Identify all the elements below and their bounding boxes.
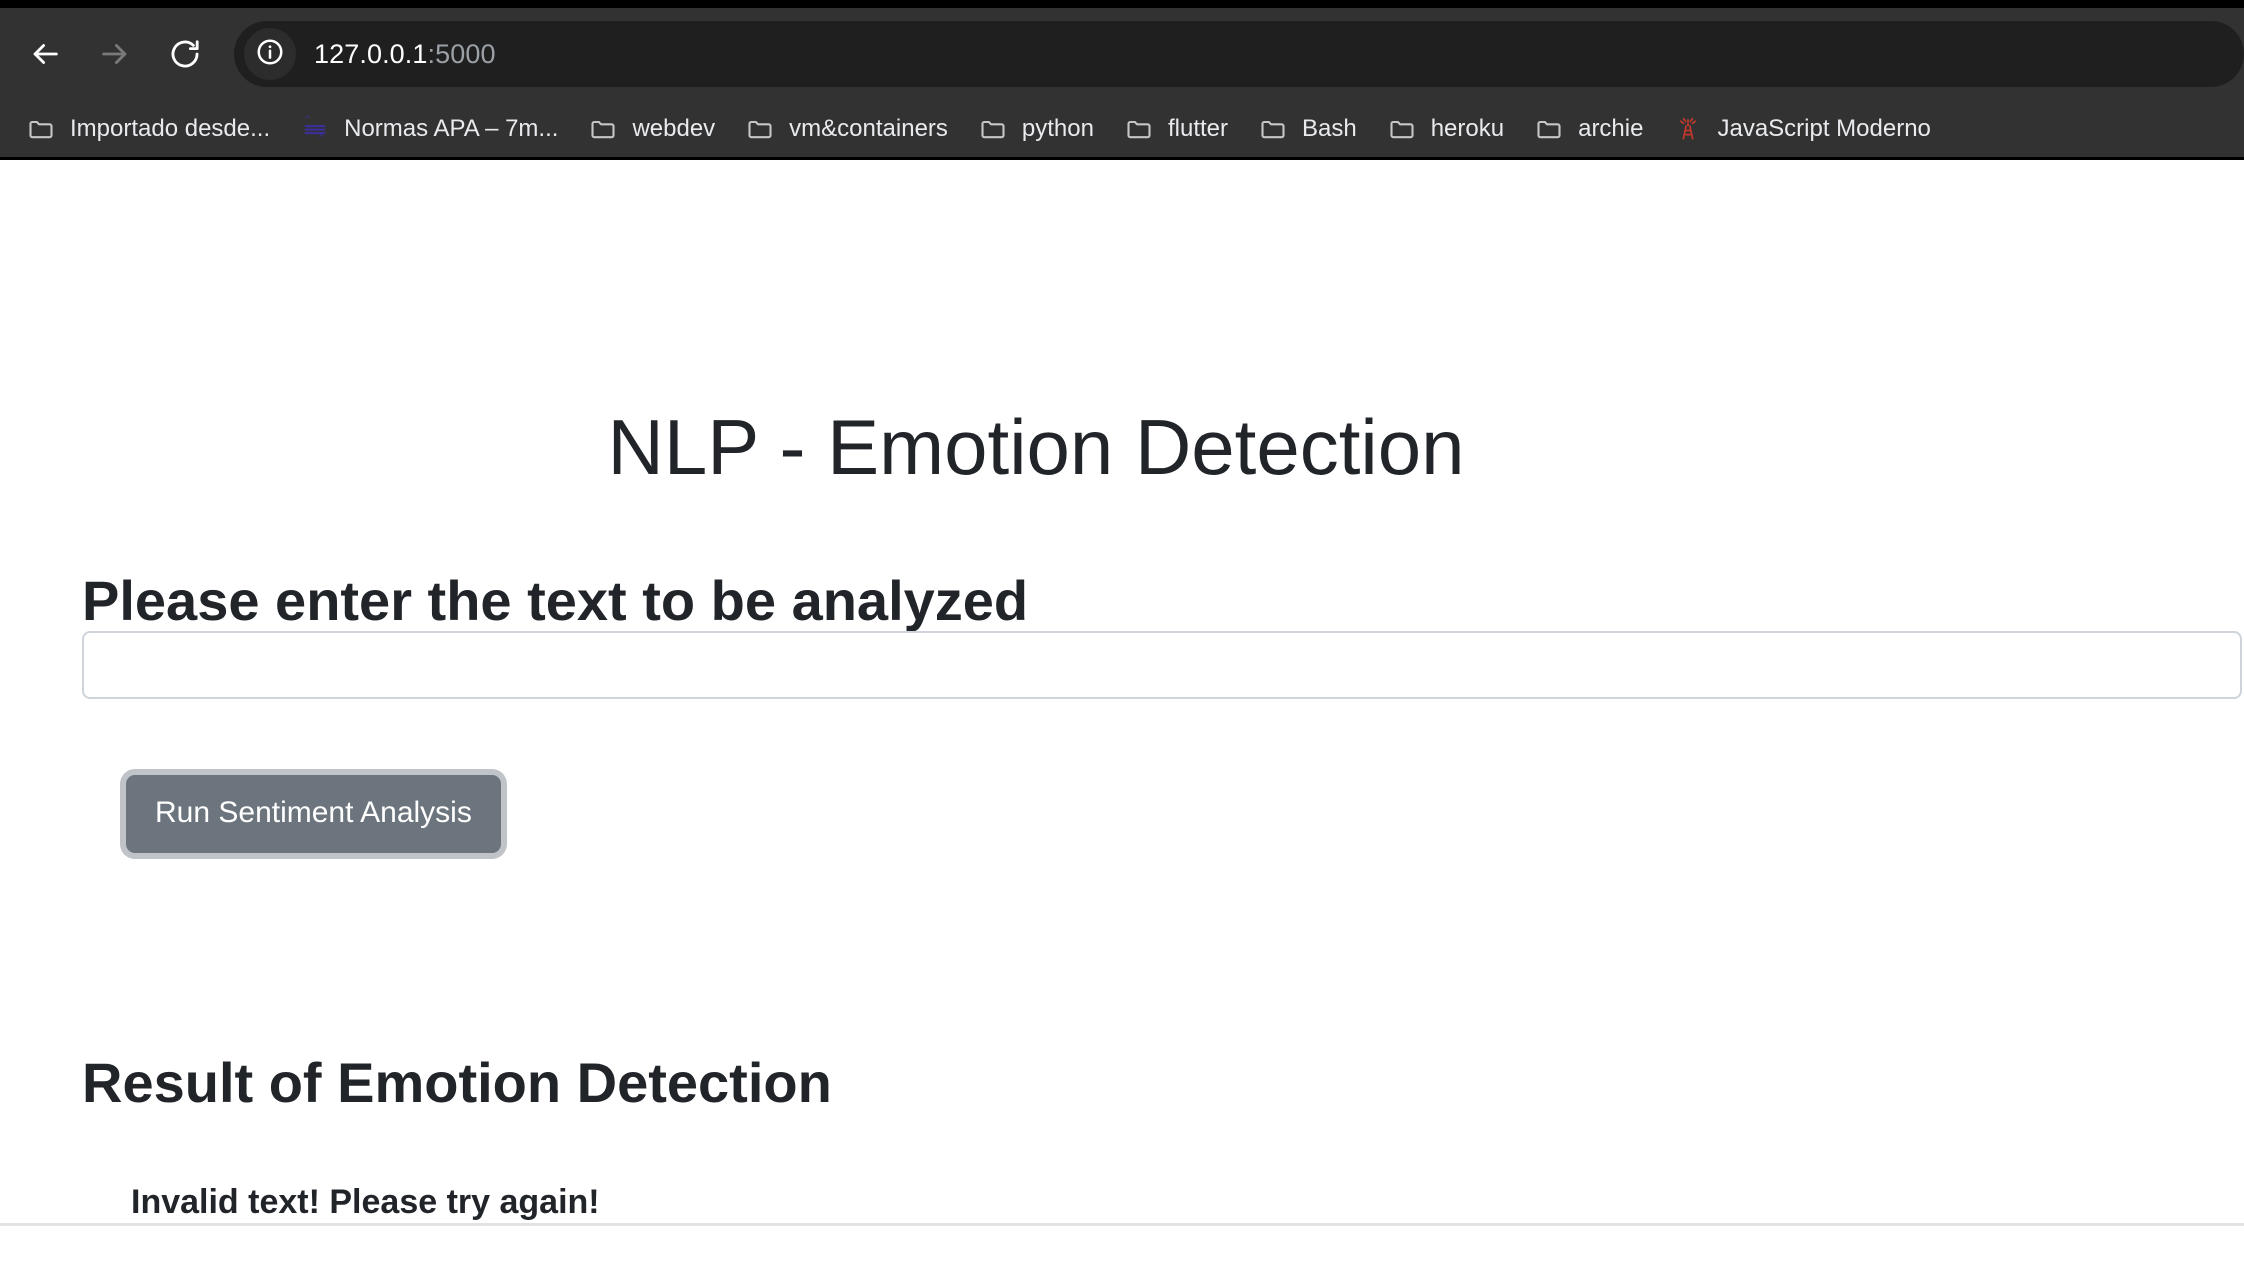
page-title: NLP - Emotion Detection — [607, 403, 1465, 492]
run-sentiment-analysis-button[interactable]: Run Sentiment Analysis — [126, 775, 501, 853]
bookmark-vm-containers[interactable]: vm&containers — [733, 106, 960, 152]
page-content: NLP - Emotion Detection Please enter the… — [0, 160, 2244, 1285]
bookmark-archie[interactable]: archie — [1522, 106, 1655, 152]
bookmark-normas-apa[interactable]: “ ” Normas APA – 7m... — [288, 106, 570, 152]
bookmark-label: Bash — [1302, 114, 1357, 142]
bookmark-label: archie — [1578, 114, 1644, 142]
url-text: 127.0.0.1:5000 — [314, 39, 496, 70]
svg-text:”: ” — [319, 132, 324, 142]
url-port: :5000 — [427, 38, 496, 69]
arrow-left-icon — [28, 37, 62, 71]
prompt-heading: Please enter the text to be analyzed — [82, 569, 1029, 633]
run-button-container: Run Sentiment Analysis — [126, 775, 501, 853]
bookmark-flutter[interactable]: flutter — [1112, 106, 1240, 152]
site-info-button[interactable] — [244, 28, 296, 80]
bookmark-javascript-moderno[interactable]: JavaScript Moderno — [1661, 106, 1942, 152]
bookmark-label: flutter — [1167, 114, 1228, 142]
bookmark-label: Normas APA – 7m... — [344, 114, 559, 142]
folder-icon — [26, 114, 56, 144]
bookmark-webdev[interactable]: webdev — [576, 106, 727, 152]
folder-icon — [978, 114, 1008, 144]
folder-icon — [1387, 114, 1417, 144]
folder-icon — [1124, 114, 1154, 144]
folder-icon — [745, 114, 775, 144]
result-heading: Result of Emotion Detection — [82, 1051, 832, 1115]
browser-chrome: 127.0.0.1:5000 Importado desde... “ ” No… — [0, 0, 2244, 160]
svg-text:“: “ — [305, 115, 310, 126]
info-circle-icon — [255, 37, 285, 72]
bookmark-label: webdev — [632, 114, 716, 142]
text-to-analyze-input[interactable] — [82, 631, 2242, 699]
forward-button[interactable] — [80, 19, 150, 89]
bookmark-heroku[interactable]: heroku — [1375, 106, 1516, 152]
reload-button[interactable] — [150, 19, 220, 89]
page-divider — [0, 1223, 2244, 1226]
back-button[interactable] — [10, 19, 80, 89]
result-message: Invalid text! Please try again! — [131, 1183, 600, 1221]
folder-icon — [1534, 114, 1564, 144]
quote-lines-favicon: “ ” — [300, 114, 330, 144]
folder-icon — [588, 114, 618, 144]
bookmarks-bar: Importado desde... “ ” Normas APA – 7m..… — [0, 100, 2244, 160]
address-bar[interactable]: 127.0.0.1:5000 — [234, 21, 2244, 87]
bookmark-label: JavaScript Moderno — [1717, 114, 1931, 142]
bookmark-bash[interactable]: Bash — [1246, 106, 1369, 152]
url-host: 127.0.0.1 — [314, 38, 428, 69]
arrow-right-icon — [98, 37, 132, 71]
bookmark-label: Importado desde... — [70, 114, 271, 142]
bookmark-label: python — [1021, 114, 1094, 142]
reload-icon — [168, 37, 202, 71]
browser-toolbar: 127.0.0.1:5000 — [0, 8, 2244, 100]
folder-icon — [1258, 114, 1288, 144]
bookmark-label: vm&containers — [789, 114, 948, 142]
radio-tower-favicon — [1673, 114, 1703, 144]
window-top-strip — [0, 0, 2244, 8]
bookmark-importado-desde[interactable]: Importado desde... — [14, 106, 282, 152]
bookmark-label: heroku — [1430, 114, 1505, 142]
bookmark-python[interactable]: python — [966, 106, 1106, 152]
